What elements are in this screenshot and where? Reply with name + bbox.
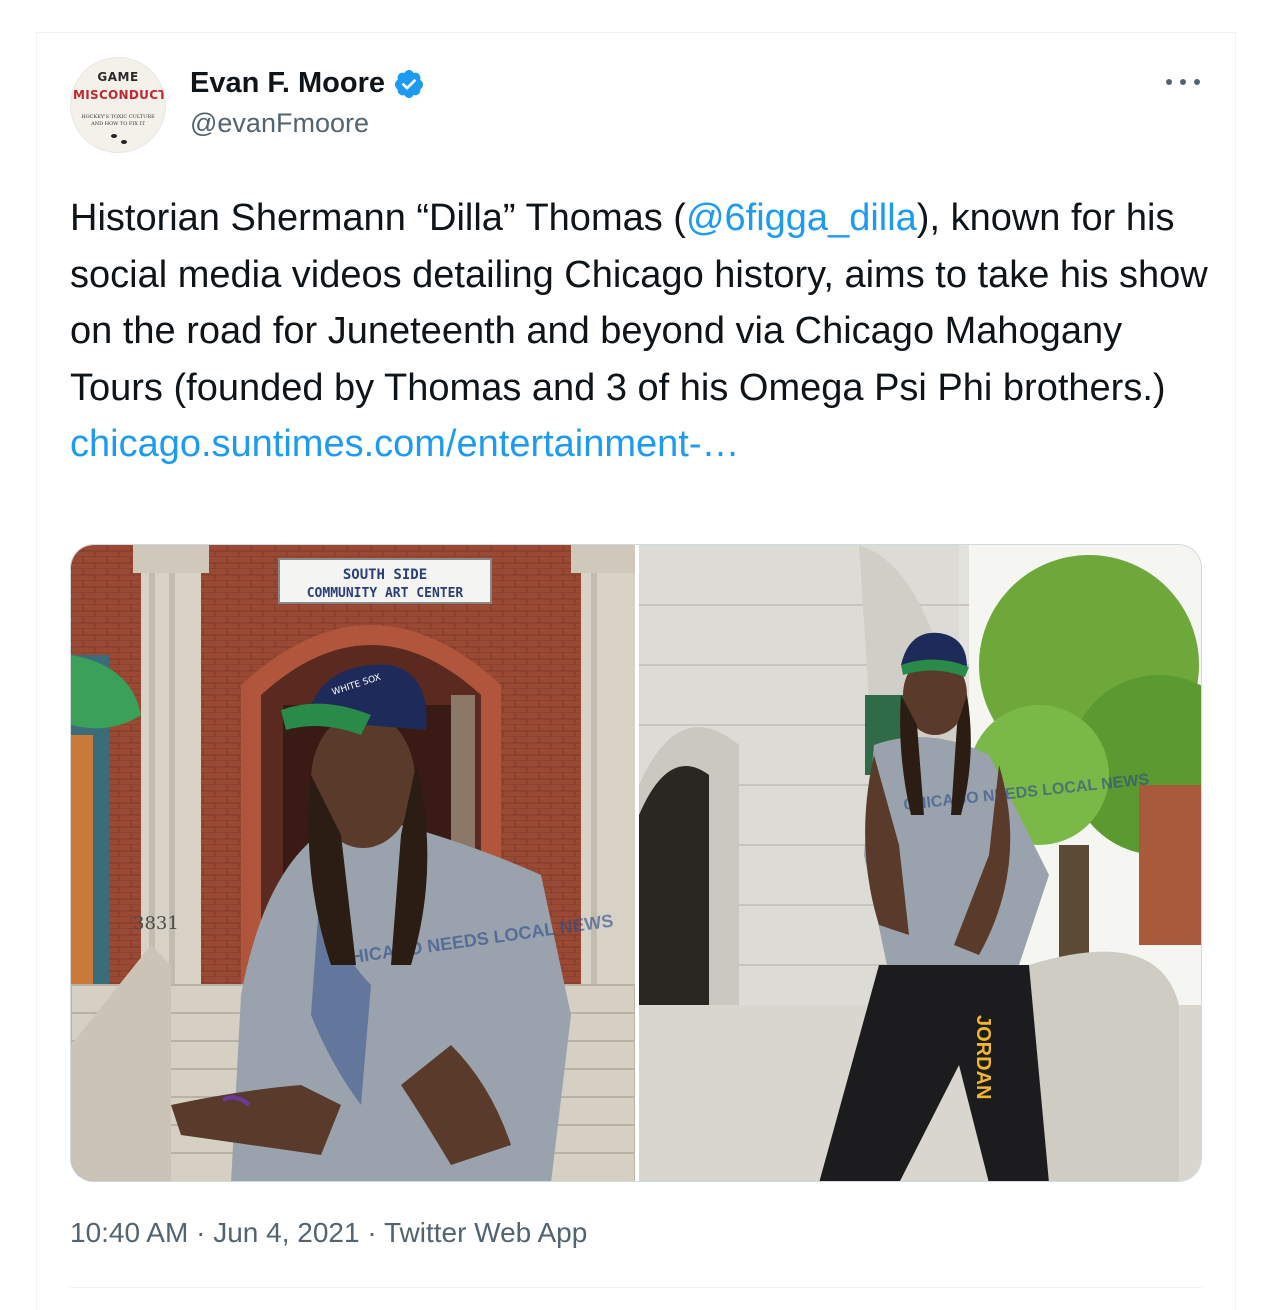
address-number: 3831	[133, 913, 179, 934]
photo-standing[interactable]: CHICAGO NEEDS LOCAL NEWS JORDAN	[639, 545, 1201, 1181]
verified-badge-icon	[394, 69, 423, 98]
avatar-book-title-top: GAME	[97, 70, 139, 84]
avatar-book-title-main: MISCONDUCT	[73, 88, 166, 102]
more-options-icon[interactable]	[1166, 70, 1200, 94]
pants-text: JORDAN	[972, 1015, 994, 1099]
avatar[interactable]: GAME MISCONDUCT HOCKEY'S TOXIC CULTURE A…	[70, 57, 166, 153]
author-name-row[interactable]: Evan F. Moore	[190, 67, 425, 100]
tweet-source: Twitter Web App	[383, 1217, 588, 1248]
tweet-date[interactable]: Jun 4, 2021	[213, 1217, 359, 1248]
divider	[70, 1287, 1202, 1288]
sign-line-2: COMMUNITY ART CENTER	[307, 586, 464, 601]
puck-icon	[111, 134, 117, 138]
separator: ·	[188, 1217, 214, 1248]
article-link[interactable]: chicago.suntimes.com/entertainment-…	[70, 416, 1210, 473]
media-grid: SOUTH SIDE COMMUNITY ART CENTER 3831 CHI…	[70, 544, 1202, 1182]
author-handle[interactable]: @evanFmoore	[190, 108, 369, 139]
photo-art-center[interactable]: SOUTH SIDE COMMUNITY ART CENTER 3831 CHI…	[71, 545, 635, 1181]
avatar-book-subtitle: HOCKEY'S TOXIC CULTURE AND HOW TO FIX IT	[81, 114, 155, 127]
tweet-text: Historian Shermann “Dilla” Thomas (@6fig…	[70, 190, 1210, 473]
tweet-meta: 10:40 AM · Jun 4, 2021 · Twitter Web App	[70, 1217, 587, 1249]
separator: ·	[359, 1217, 384, 1248]
tweet-text-part: Historian Shermann “Dilla” Thomas (	[70, 197, 686, 239]
puck-icon	[121, 140, 127, 144]
tweet-time[interactable]: 10:40 AM	[70, 1217, 188, 1248]
display-name[interactable]: Evan F. Moore	[190, 67, 385, 100]
mention-link[interactable]: @6figga_dilla	[686, 197, 917, 239]
sign-line-1: SOUTH SIDE	[343, 567, 427, 583]
